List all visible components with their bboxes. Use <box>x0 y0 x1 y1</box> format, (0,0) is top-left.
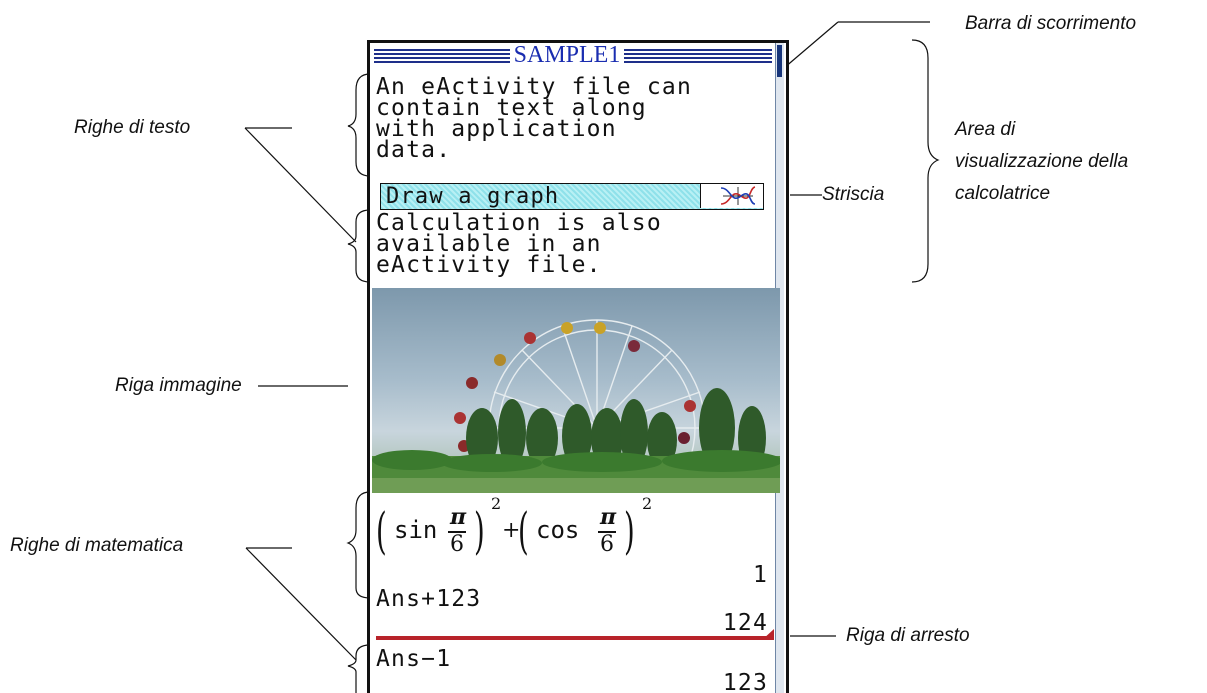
strip-label: Draw a graph <box>386 184 560 209</box>
stop-line <box>376 636 774 640</box>
strip-callout: Striscia <box>822 184 885 205</box>
scroll-thumb[interactable] <box>777 45 782 77</box>
math-input-row[interactable]: Ans+123 <box>376 588 481 611</box>
ferris-wheel-photo[interactable] <box>372 288 780 493</box>
exponent: 2 <box>642 494 653 513</box>
text-rows-callout: Righe di testo <box>74 117 191 138</box>
math-input-row[interactable]: ( sin π 6 ) 2 + ( cos π 6 ) 2 <box>376 495 716 565</box>
math-result: 123 <box>722 670 768 693</box>
display-area-callout-line1: Area di <box>955 119 1016 140</box>
cos-function: cos <box>536 516 580 544</box>
scrollbar-callout: Barra di scorrimento <box>965 13 1137 34</box>
math-rows-callout: Righe di matematica <box>10 535 184 556</box>
denominator: 6 <box>600 532 614 557</box>
numerator: π <box>450 504 467 530</box>
display-area-callout-line3: calcolatrice <box>955 183 1051 204</box>
stop-line-marker <box>762 629 774 640</box>
image-row-callout: Riga immagine <box>115 375 242 396</box>
exponent: 2 <box>491 494 502 513</box>
display-area-callout-line2: visualizzazione della <box>955 151 1129 172</box>
denominator: 6 <box>450 532 464 557</box>
numerator: π <box>600 504 617 530</box>
sin-function: sin <box>394 516 438 544</box>
graph-strip[interactable]: Draw a graph <box>380 183 764 210</box>
file-title: SAMPLE1 <box>512 42 622 68</box>
calculator-display: SAMPLE1 An eActivity file can contain te… <box>367 40 789 693</box>
stop-line-callout: Riga di arresto <box>846 625 970 646</box>
text-row[interactable]: eActivity file. <box>376 254 602 277</box>
text-row[interactable]: data. <box>376 139 451 162</box>
graph-icon <box>700 184 763 208</box>
math-result: 1 <box>752 562 768 588</box>
title-bar: SAMPLE1 <box>374 42 772 68</box>
math-input-row[interactable]: Ans−1 <box>376 648 451 671</box>
